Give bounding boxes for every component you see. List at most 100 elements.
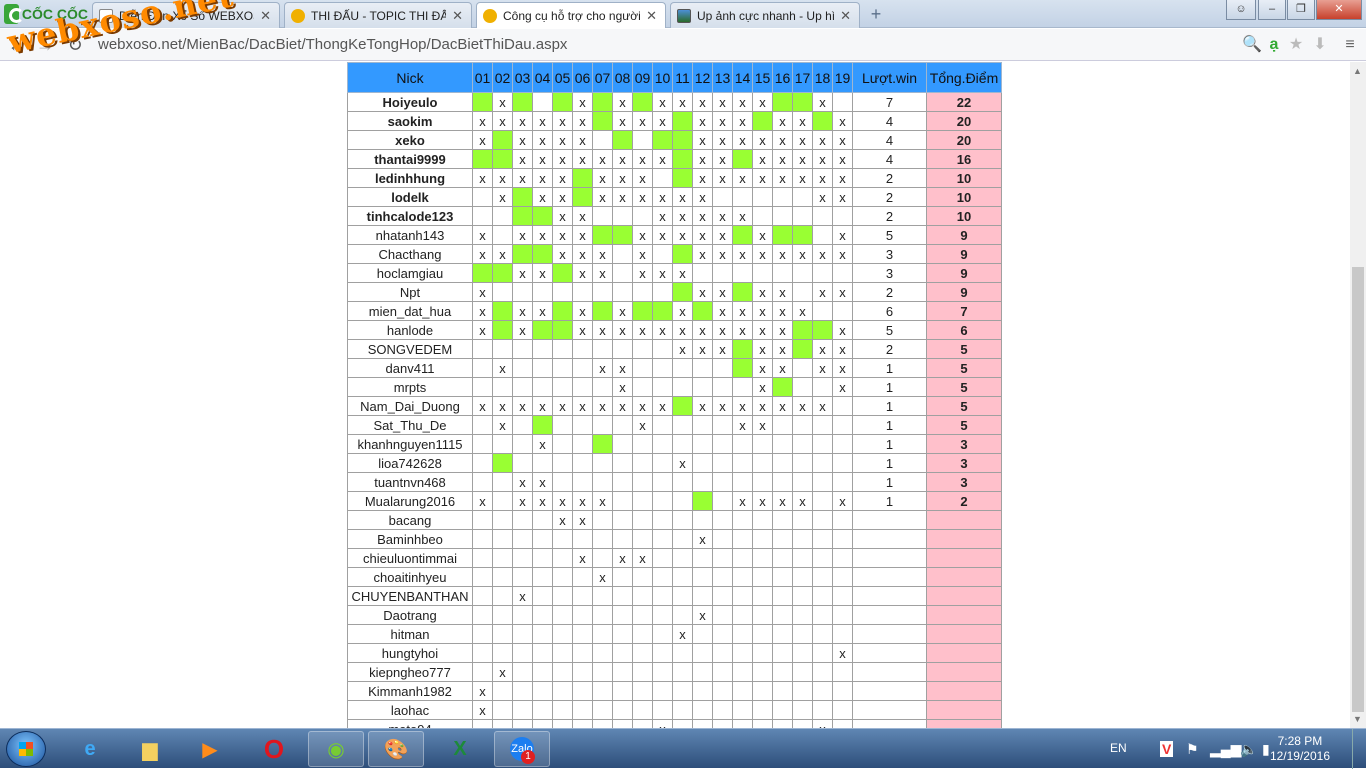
- tab-up-anh[interactable]: Up ảnh cực nhanh - Up hình ✕: [670, 2, 860, 28]
- wins-cell: [852, 662, 927, 682]
- clock[interactable]: 7:28 PM 12/19/2016: [1270, 734, 1330, 764]
- pick-cell: x: [632, 111, 653, 131]
- pick-cell: x: [832, 225, 853, 245]
- table-row: laohac x: [347, 700, 1002, 720]
- pick-cell: [572, 529, 593, 549]
- pick-cell: [632, 472, 653, 492]
- pick-cell: x: [812, 282, 833, 302]
- download-icon[interactable]: ⬇: [1310, 35, 1330, 55]
- pick-cell: [712, 624, 733, 644]
- vietnamese-input-icon[interactable]: ạ: [1264, 35, 1284, 55]
- pick-cell: x: [672, 624, 693, 644]
- pick-cell: x: [492, 662, 513, 682]
- flag-icon[interactable]: ⚑: [1186, 741, 1199, 758]
- start-button[interactable]: [6, 731, 46, 767]
- table-row: Daotrang x: [347, 605, 1002, 625]
- media-player-icon[interactable]: ▶: [182, 731, 238, 767]
- file-explorer-icon[interactable]: ▆: [122, 731, 178, 767]
- pick-cell: x: [592, 320, 613, 340]
- close-icon[interactable]: ✕: [646, 8, 657, 24]
- pick-cell: [652, 377, 673, 397]
- hit-cell: [732, 358, 753, 378]
- wins-cell: 1: [852, 434, 927, 454]
- antivirus-icon[interactable]: V: [1160, 741, 1174, 757]
- table-row: hitman x: [347, 624, 1002, 644]
- pick-cell: [752, 567, 773, 587]
- tab-cong-cu[interactable]: Công cụ hỗ trợ cho người ✕: [476, 2, 666, 28]
- pick-cell: x: [492, 187, 513, 207]
- opera-icon[interactable]: O: [246, 731, 302, 767]
- user-button[interactable]: ☺: [1226, 0, 1256, 20]
- zoom-icon[interactable]: 🔍: [1242, 35, 1262, 55]
- scroll-up-icon[interactable]: ▲: [1353, 66, 1362, 76]
- pick-cell: [612, 586, 633, 606]
- scroll-down-icon[interactable]: ▼: [1353, 714, 1362, 724]
- table-row: khanhnguyen1115 x 1 3: [347, 434, 1002, 454]
- pick-cell: [772, 187, 793, 207]
- nick-cell: bacang: [347, 510, 473, 530]
- scrollbar-thumb[interactable]: [1352, 267, 1364, 712]
- hit-cell: [532, 206, 553, 226]
- menu-icon[interactable]: ≡: [1340, 35, 1360, 55]
- pick-cell: [812, 510, 833, 530]
- pick-cell: x: [752, 320, 773, 340]
- pick-cell: [552, 358, 573, 378]
- pick-cell: [512, 453, 533, 473]
- pick-cell: [652, 567, 673, 587]
- points-cell: 5: [926, 339, 1002, 359]
- pick-cell: [712, 643, 733, 663]
- page-scrollbar[interactable]: ▲ ▼: [1350, 62, 1366, 728]
- pick-cell: x: [712, 149, 733, 169]
- pick-cell: [812, 377, 833, 397]
- show-desktop-button[interactable]: [1352, 729, 1366, 769]
- pick-cell: [692, 586, 713, 606]
- zalo-icon[interactable]: Zalo 1: [494, 731, 550, 767]
- close-icon[interactable]: ✕: [452, 8, 463, 24]
- table-row: mrpts x x x 1 5: [347, 377, 1002, 397]
- pick-cell: [572, 681, 593, 701]
- pick-cell: [652, 624, 673, 644]
- table-row: danv411 x x x x x x x 1 5: [347, 358, 1002, 378]
- bookmark-star-icon[interactable]: ★: [1286, 35, 1306, 55]
- nick-cell: Chacthang: [347, 244, 473, 264]
- address-bar[interactable]: webxoso.net/MienBac/DacBiet/ThongKeTongH…: [98, 33, 1228, 57]
- battery-icon[interactable]: ▮: [1262, 741, 1270, 758]
- table-row: thantai9999 x x x x x x x x x x x x x x x 4 16: [347, 149, 1002, 169]
- ie-icon[interactable]: e: [62, 731, 118, 767]
- new-tab-button[interactable]: +: [866, 5, 886, 23]
- maximize-button[interactable]: ❐: [1287, 0, 1315, 20]
- pick-cell: [492, 529, 513, 549]
- header-day: 12: [692, 62, 713, 93]
- network-icon[interactable]: ▂▄▆: [1210, 741, 1241, 758]
- pick-cell: [832, 263, 853, 283]
- close-window-button[interactable]: ✕: [1316, 0, 1362, 20]
- pick-cell: [552, 472, 573, 492]
- volume-icon[interactable]: 🔈: [1240, 741, 1257, 758]
- pick-cell: x: [712, 301, 733, 321]
- header-day: 07: [592, 62, 613, 93]
- pick-cell: x: [552, 396, 573, 416]
- windows-taskbar: e ▆ ▶ O ◉ 🎨 X Zalo 1 EN V ⚑ ▂▄▆ 🔈 ▮ 7:28…: [0, 728, 1366, 769]
- language-indicator[interactable]: EN: [1110, 741, 1127, 755]
- pick-cell: [772, 263, 793, 283]
- pick-cell: x: [672, 187, 693, 207]
- points-cell: 16: [926, 149, 1002, 169]
- minimize-button[interactable]: –: [1258, 0, 1286, 20]
- close-icon[interactable]: ✕: [260, 8, 271, 24]
- pick-cell: [732, 187, 753, 207]
- coccoc-icon[interactable]: ◉: [308, 731, 364, 767]
- xs-site-icon: [483, 8, 497, 23]
- pick-cell: x: [792, 301, 813, 321]
- paint-icon[interactable]: 🎨: [368, 731, 424, 767]
- hit-cell: [572, 168, 593, 188]
- pick-cell: x: [652, 149, 673, 169]
- pick-cell: x: [532, 434, 553, 454]
- tab-thi-dau[interactable]: THI ĐẤU - TOPIC THI ĐẤU ✕: [284, 2, 472, 28]
- pick-cell: x: [612, 320, 633, 340]
- hit-cell: [772, 377, 793, 397]
- close-icon[interactable]: ✕: [840, 8, 851, 24]
- table-row: bacang x x: [347, 510, 1002, 530]
- pick-cell: [592, 453, 613, 473]
- pick-cell: [772, 567, 793, 587]
- excel-icon[interactable]: X: [432, 731, 488, 767]
